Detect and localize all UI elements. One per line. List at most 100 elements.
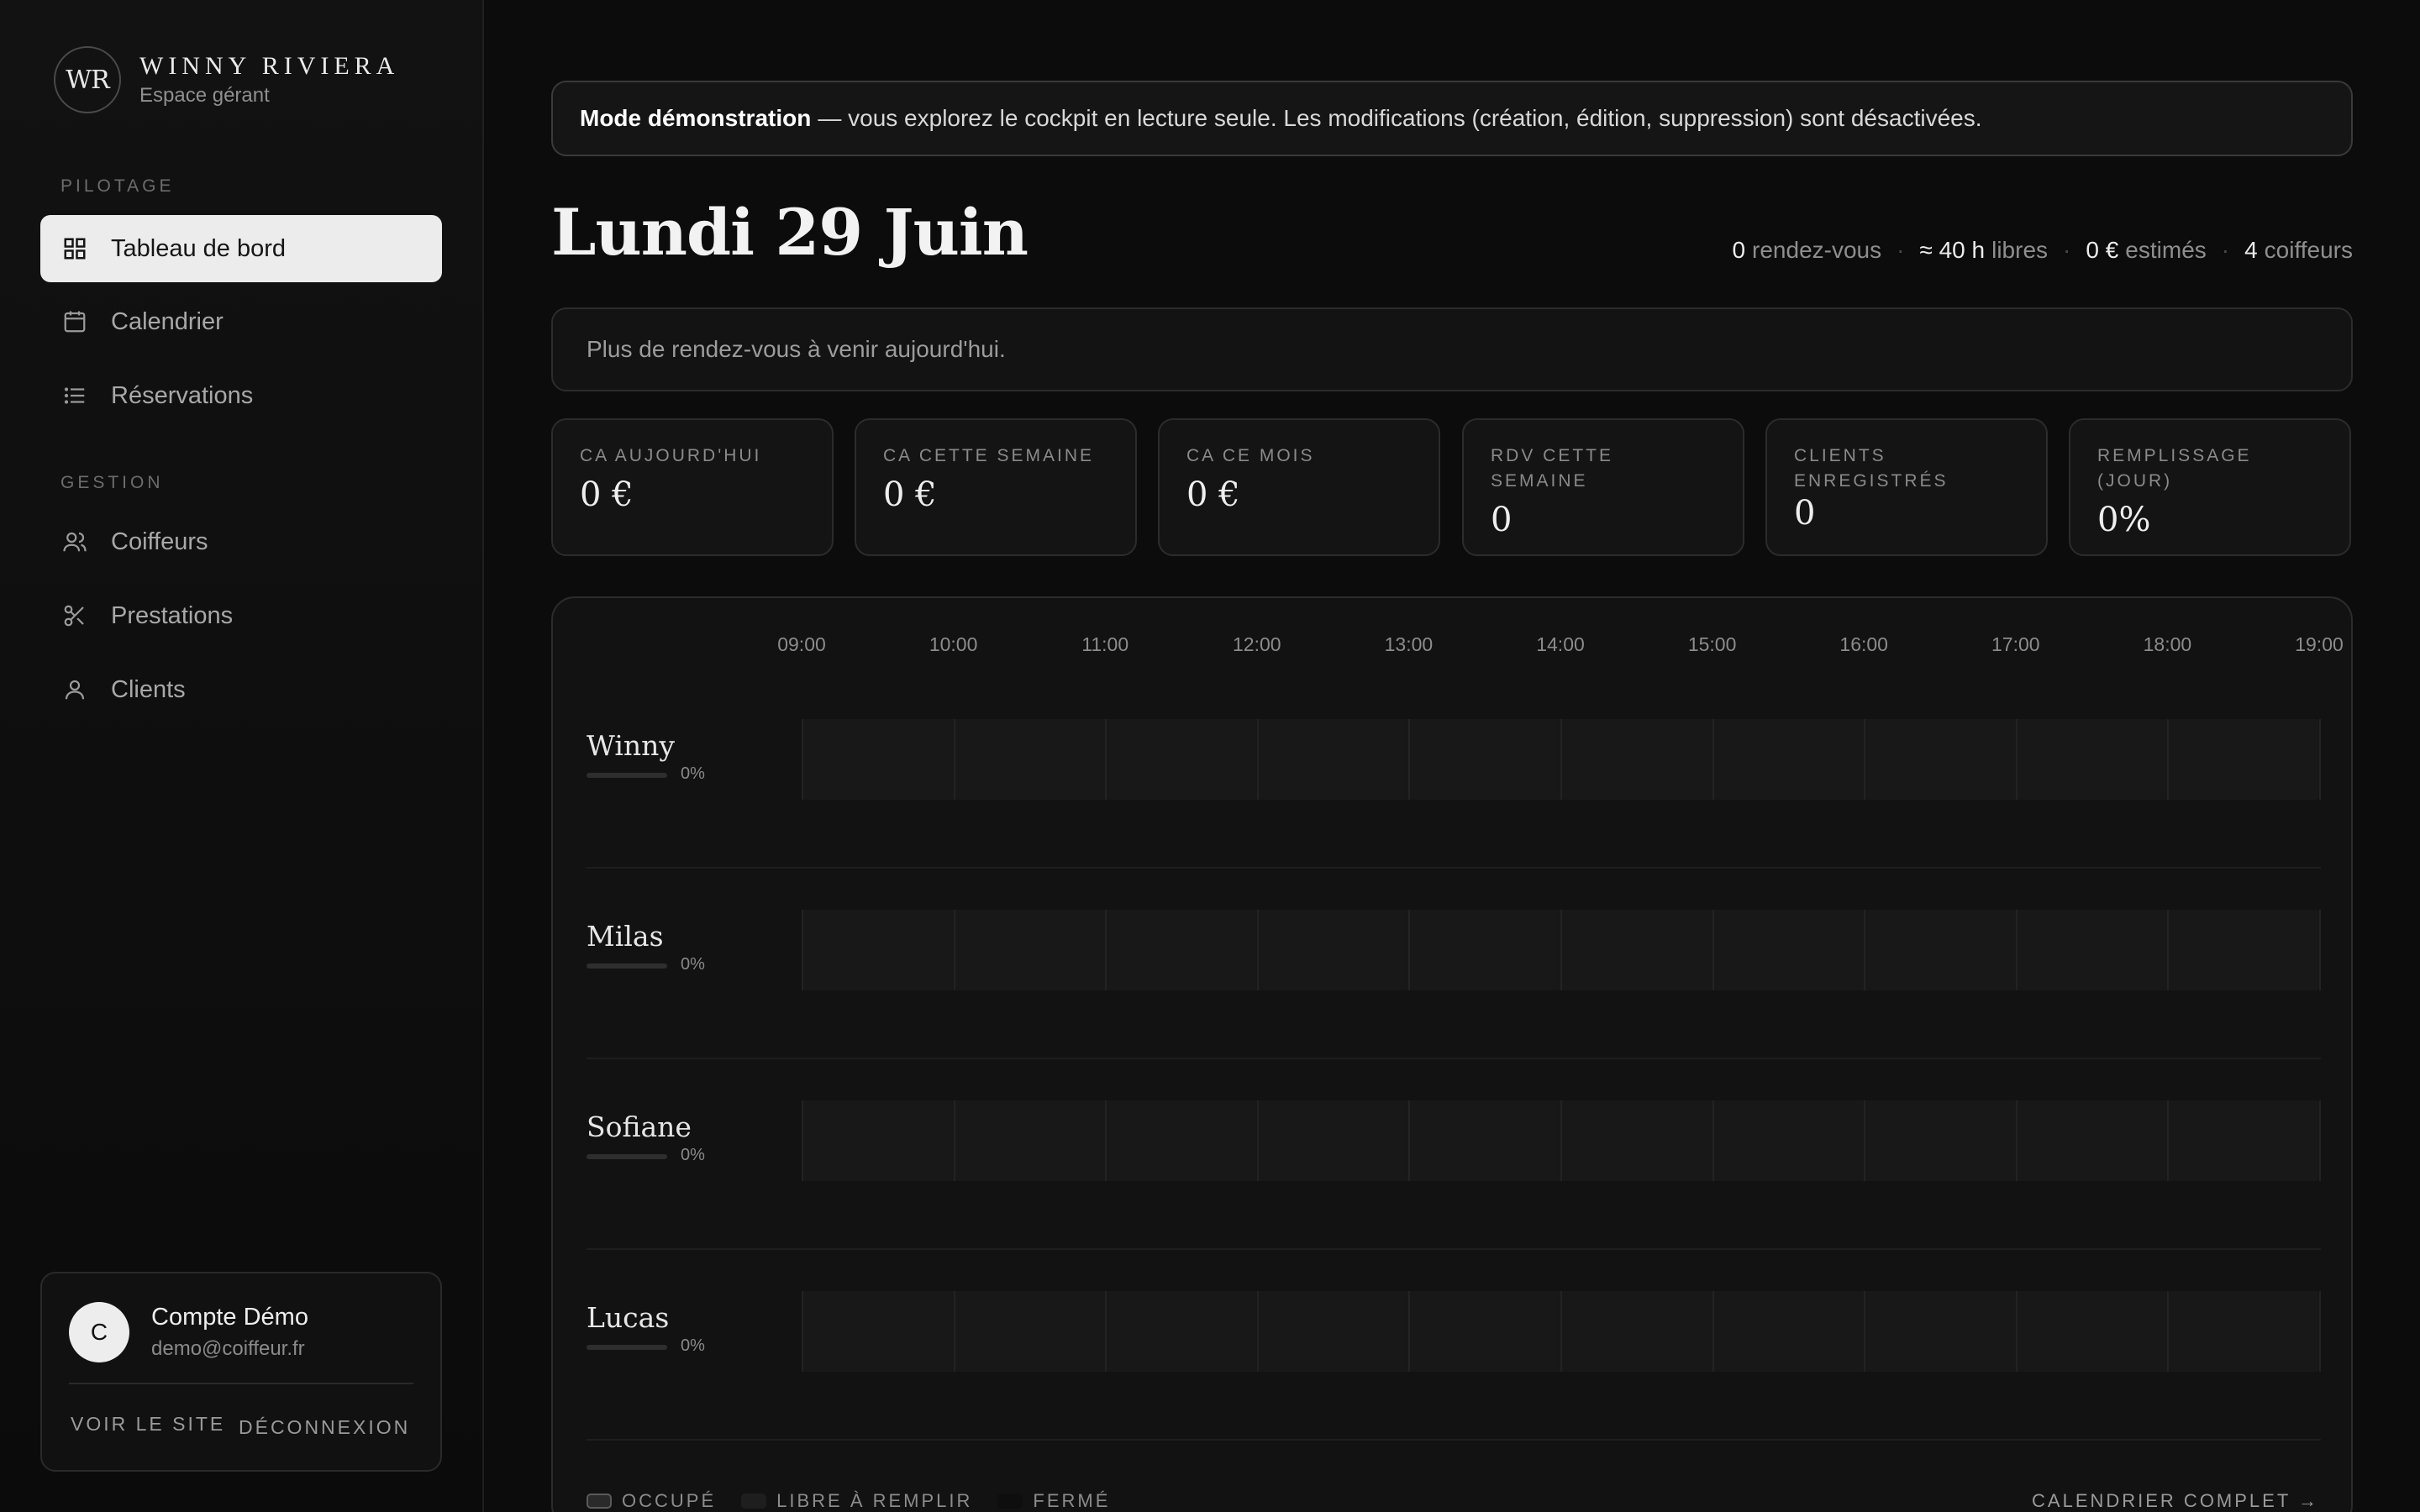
upcoming-notice: Plus de rendez-vous à venir aujourd'hui. (551, 307, 2353, 391)
hour-gridline (1256, 719, 1259, 800)
row-separator (587, 1439, 2321, 1441)
hour-label: 15:00 (1687, 633, 1737, 655)
hour-gridline (1105, 1100, 1107, 1181)
full-calendar-link[interactable]: CALENDRIER COMPLET → (2032, 1490, 2319, 1512)
hour-gridline (1256, 910, 1259, 990)
users-icon (62, 529, 87, 554)
sidebar-item-calendar[interactable]: Calendrier (40, 288, 442, 355)
hour-gridline (802, 1100, 803, 1181)
hour-label: 19:00 (2295, 633, 2344, 655)
logout-link[interactable]: DÉCONNEXION (239, 1416, 410, 1439)
sidebar-item-prestations[interactable]: Prestations (40, 582, 442, 649)
hour-gridline (1712, 910, 1714, 990)
summary-free-hours-label: libres (1991, 237, 2049, 263)
account-divider (69, 1383, 413, 1384)
sidebar-item-clients[interactable]: Clients (40, 656, 442, 723)
kpi-value: 0 € (1186, 475, 1240, 514)
hour-gridline (1712, 1100, 1714, 1181)
brand-subtitle: Espace gérant (139, 84, 270, 107)
kpi-card-revenue-week: CA CETTE SEMAINE 0 € (855, 418, 1137, 556)
sidebar-item-label: Calendrier (111, 307, 224, 335)
stylist-fill-pct: 0% (681, 955, 705, 974)
hour-gridline (1105, 1291, 1107, 1372)
sidebar-item-dashboard[interactable]: Tableau de bord (40, 215, 442, 282)
sidebar-item-label: Coiffeurs (111, 528, 208, 555)
section-label-pilotage: PILOTAGE (60, 176, 175, 196)
hour-label: 10:00 (929, 633, 978, 655)
day-schedule: 09:00 10:00 11:00 12:00 13:00 14:00 15:00 16:00… (551, 596, 2353, 1512)
sidebar: WR WINNY RIVIERA Espace gérant PILOTAGE … (0, 0, 484, 1512)
legend-swatch-free (741, 1494, 767, 1509)
stylist-timeline-track[interactable] (802, 1100, 2321, 1181)
kpi-value: 0 € (580, 475, 634, 514)
brand-text: WINNY RIVIERA Espace gérant (139, 52, 399, 108)
stylist-timeline-track[interactable] (802, 719, 2321, 800)
kpi-label: CA AUJOURD'HUI (580, 446, 762, 465)
hour-label: 17:00 (1991, 633, 2040, 655)
sidebar-item-label: Prestations (111, 601, 234, 629)
hour-gridline (953, 1291, 955, 1372)
user-icon (62, 677, 87, 702)
kpi-label: CA CE MOIS (1186, 446, 1315, 465)
hour-gridline (1864, 910, 1866, 990)
hour-gridline (2319, 910, 2321, 990)
hour-gridline (2319, 1291, 2321, 1372)
demo-mode-banner: Mode démonstration — vous explorez le co… (551, 81, 2353, 156)
hour-gridline (2319, 1100, 2321, 1181)
kpi-label: REMPLISSAGE (JOUR) (2097, 446, 2252, 491)
kpi-label: RDV CETTE SEMAINE (1491, 446, 1614, 491)
kpi-card-revenue-today: CA AUJOURD'HUI 0 € (551, 418, 834, 556)
hour-gridline (1864, 719, 1866, 800)
list-icon (62, 383, 87, 408)
hour-gridline (1256, 1291, 1259, 1372)
hour-gridline (1560, 1100, 1562, 1181)
day-summary: 0 rendez-vous · ≈ 40 h libres · 0 € esti… (1732, 237, 2353, 264)
kpi-label: CA CETTE SEMAINE (883, 446, 1095, 465)
brand-name: WINNY RIVIERA (139, 52, 400, 80)
hour-label: 11:00 (1081, 633, 1129, 655)
hour-gridline (1864, 1291, 1866, 1372)
summary-appointments-label: rendez-vous (1752, 237, 1882, 263)
hour-gridline (2167, 1100, 2170, 1181)
stylist-timeline-track[interactable] (802, 910, 2321, 990)
summary-free-hours-value: ≈ 40 h (1919, 237, 1986, 263)
kpi-value: 0% (2097, 501, 2151, 539)
hour-gridline (1105, 719, 1107, 800)
legend-label: LIBRE À REMPLIR (776, 1490, 973, 1511)
stylist-timeline-track[interactable] (802, 1291, 2321, 1372)
hour-gridline (1256, 1100, 1259, 1181)
hour-label: 09:00 (777, 633, 826, 655)
stylist-fill-bar (587, 1154, 667, 1159)
stylist-fill-bar (587, 773, 667, 778)
legend-swatch-occupied (587, 1494, 612, 1509)
stylist-name: Milas (587, 920, 664, 953)
legend-closed: FERMÉ (997, 1490, 1110, 1512)
banner-strong: Mode démonstration (580, 105, 812, 131)
legend-occupied: OCCUPÉ (587, 1490, 716, 1512)
kpi-value: 0 € (883, 475, 937, 514)
calendar-icon (62, 309, 87, 334)
hour-gridline (2015, 719, 2018, 800)
view-site-link[interactable]: VOIR LE SITE (71, 1413, 225, 1436)
brand-logo: WR (54, 46, 121, 113)
sidebar-item-coiffeurs[interactable]: Coiffeurs (40, 508, 442, 575)
hour-label: 14:00 (1536, 633, 1585, 655)
stylist-name: Winny (587, 729, 676, 762)
hour-gridline (1864, 1100, 1866, 1181)
sidebar-item-label: Réservations (111, 381, 254, 409)
hour-gridline (953, 719, 955, 800)
sidebar-item-reservations[interactable]: Réservations (40, 362, 442, 429)
summary-separator: · (1897, 237, 1905, 263)
hour-gridline (2015, 910, 2018, 990)
sidebar-item-label: Tableau de bord (111, 234, 286, 262)
legend-label: FERMÉ (1033, 1490, 1111, 1511)
hour-gridline (2015, 1100, 2018, 1181)
legend-swatch-closed (997, 1494, 1023, 1509)
summary-stylists-value: 4 (2244, 237, 2258, 263)
kpi-value: 0 (1491, 501, 1512, 539)
hour-label: 12:00 (1233, 633, 1281, 655)
brand[interactable]: WR WINNY RIVIERA Espace gérant (54, 46, 399, 113)
hour-gridline (953, 910, 955, 990)
kpi-label: CLIENTS ENREGISTRÉS (1794, 446, 1949, 491)
hour-gridline (802, 719, 803, 800)
